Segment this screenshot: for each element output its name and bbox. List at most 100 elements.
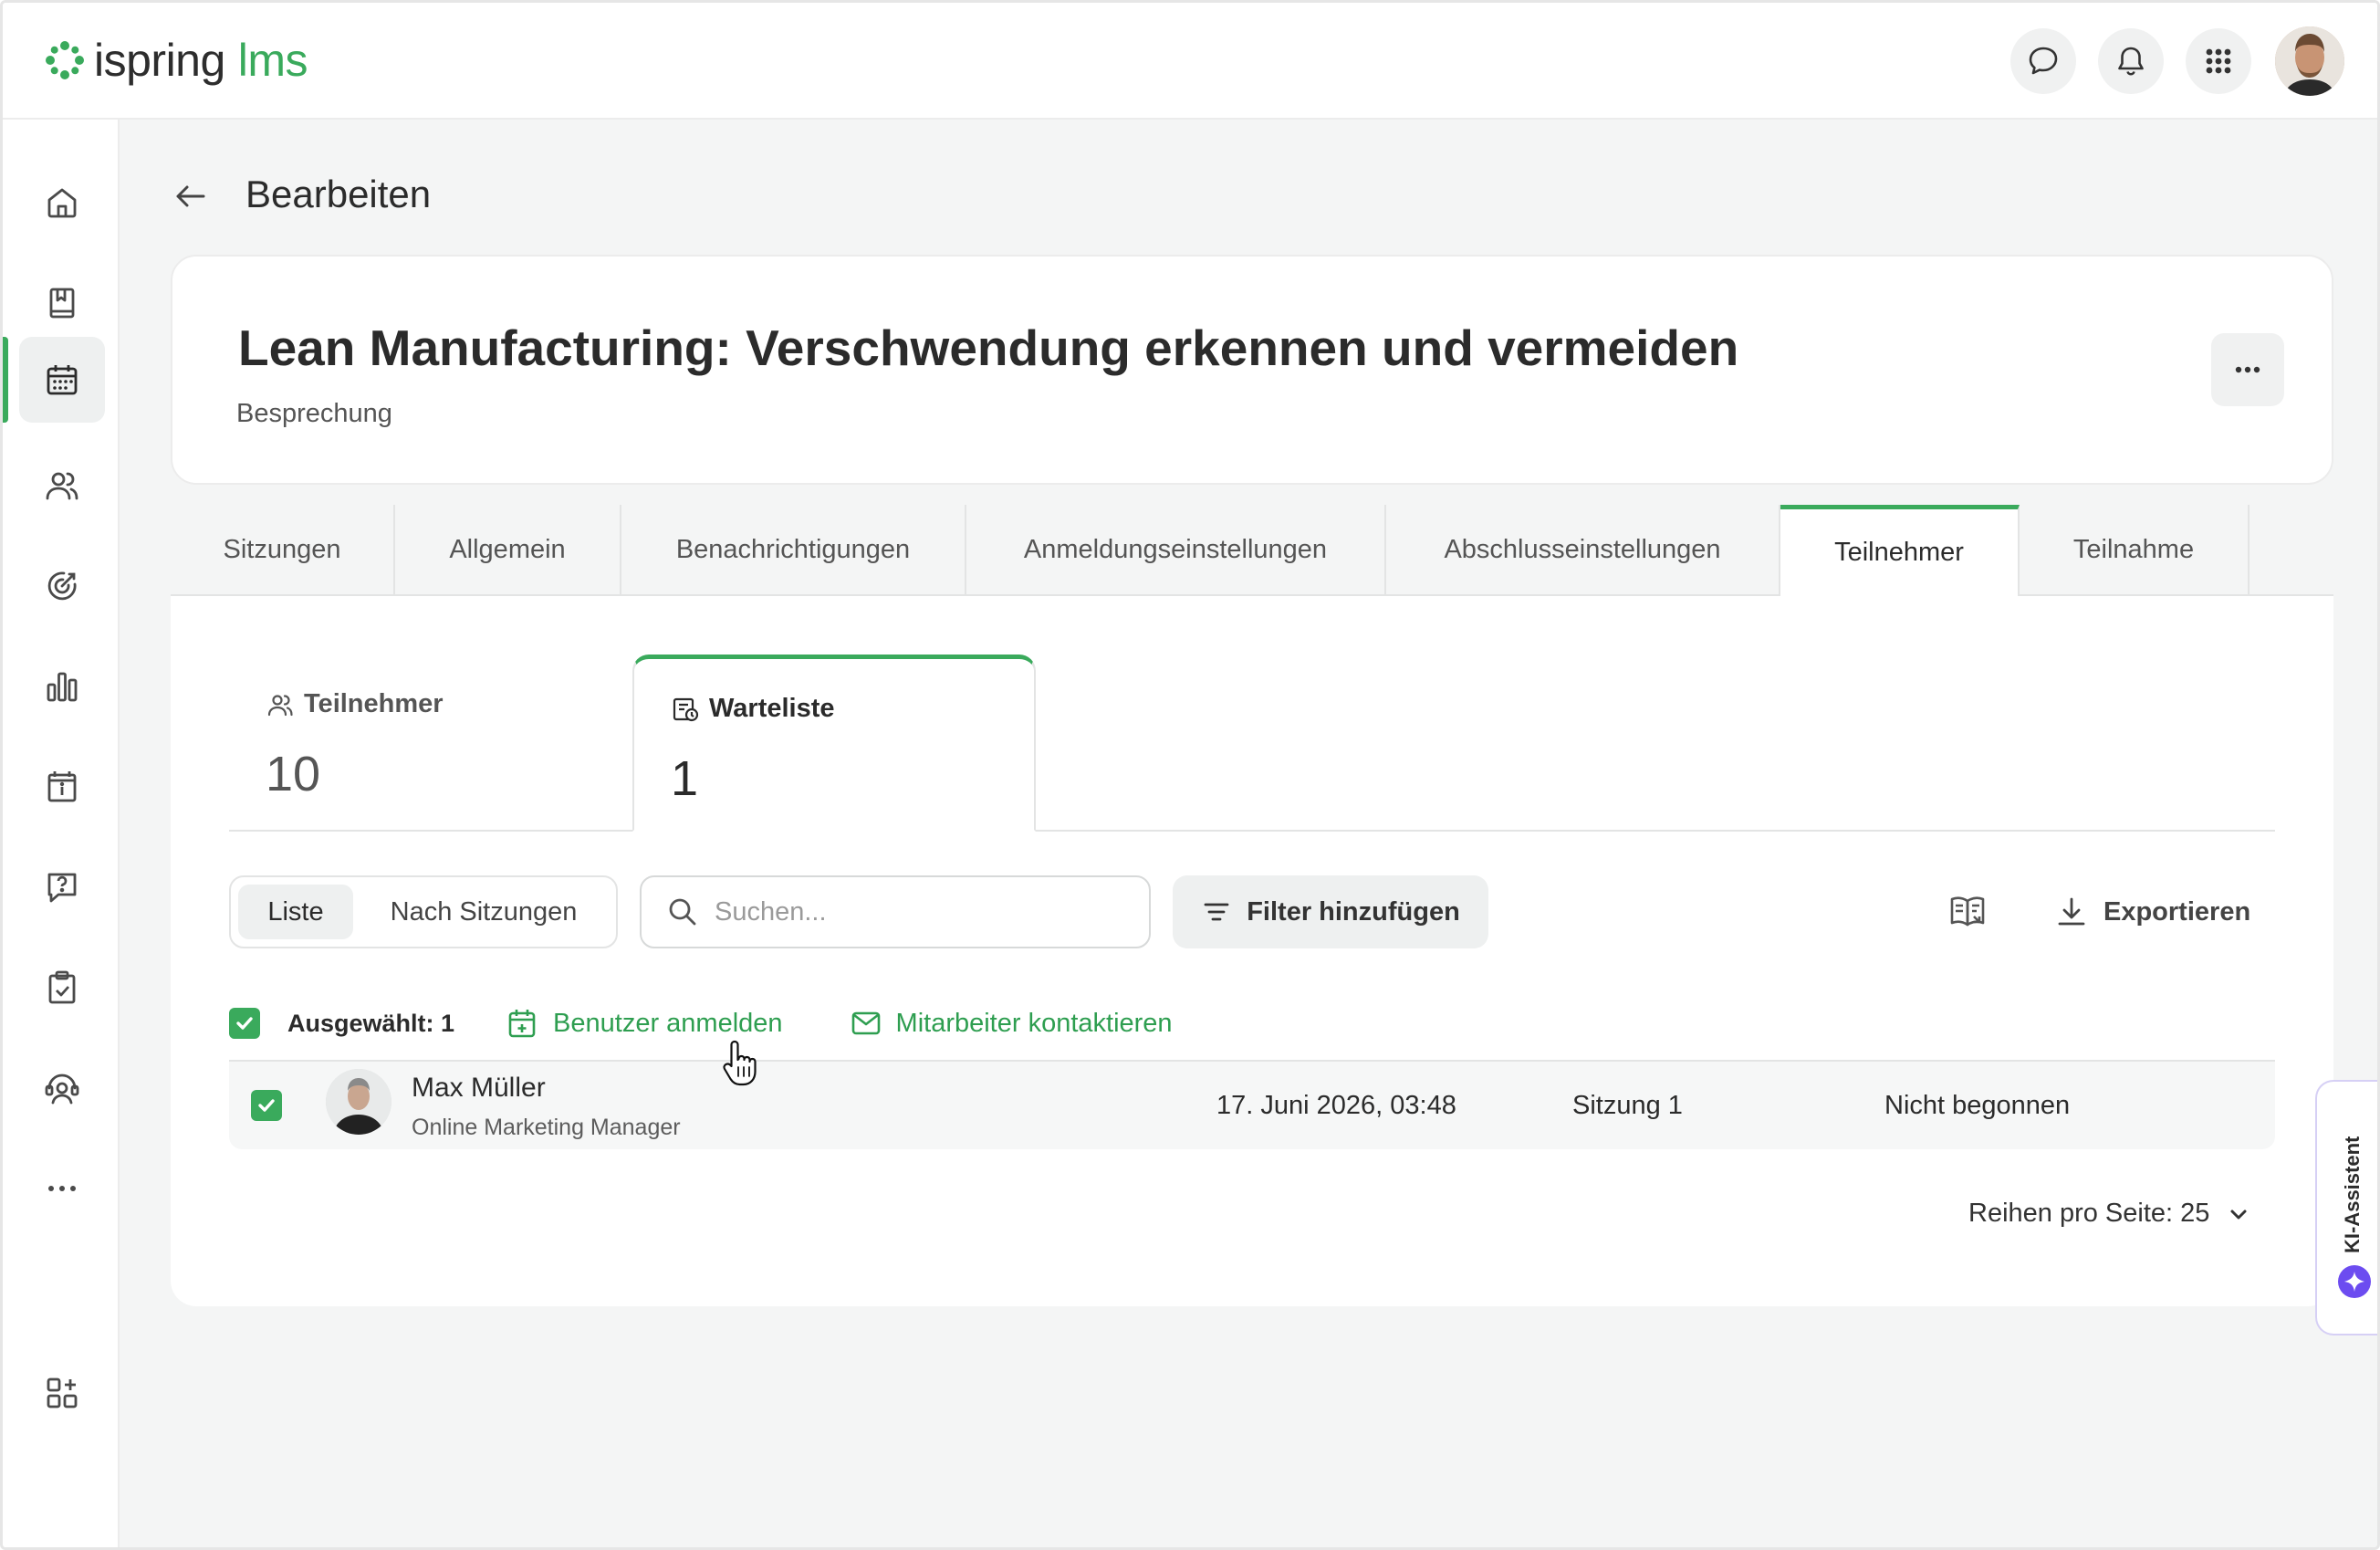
avatar	[326, 1069, 391, 1135]
filter-icon	[1204, 903, 1229, 921]
app-window: ispring lms Bearbeiten Lean Manufacturin…	[0, 0, 2380, 1550]
enroll-users-label: Benutzer anmelden	[553, 1008, 783, 1038]
export-button[interactable]: Exportieren	[2054, 875, 2250, 948]
hand-cursor-icon	[723, 1040, 757, 1086]
stat-waitlist-label: Warteliste	[709, 694, 835, 723]
course-title: Lean Manufacturing: Verschwendung erkenn…	[238, 319, 1739, 376]
ai-assistant-tab[interactable]: KI-Assistent	[2315, 1080, 2377, 1335]
more-options-button[interactable]	[2211, 333, 2284, 406]
sidebar-item-reports[interactable]	[19, 644, 105, 729]
back-arrow-icon[interactable]	[171, 176, 211, 216]
clipboard-check-icon	[48, 970, 76, 1004]
tab-anmeldungseinstellungen[interactable]: Anmeldungseinstellungen	[966, 505, 1386, 596]
view-list-button[interactable]: Liste	[238, 885, 353, 939]
download-icon	[2058, 897, 2085, 926]
rows-per-page-label: Reihen pro Seite: 25	[1968, 1199, 2210, 1228]
sidebar-item-info-board[interactable]	[19, 744, 105, 830]
users-icon	[46, 472, 78, 500]
sidebar-item-more[interactable]	[19, 1146, 105, 1231]
ispring-logo-icon	[46, 41, 84, 79]
sidebar-item-calendar[interactable]	[19, 337, 105, 423]
chat-button[interactable]	[2010, 28, 2076, 94]
stat-waitlist[interactable]: Warteliste 1	[632, 655, 1036, 832]
logo[interactable]: ispring lms	[43, 28, 308, 92]
users-small-icon	[267, 694, 293, 716]
calendar-icon	[47, 365, 78, 395]
stat-participants-value: 10	[266, 747, 321, 801]
user-avatar-image	[2275, 26, 2344, 96]
row-checkbox[interactable]	[251, 1090, 282, 1121]
participants-panel: Teilnehmer 10 Warteliste 1 Liste Nach Si…	[171, 596, 2333, 1306]
person-avatar-image	[326, 1069, 391, 1135]
tab-teilnahme[interactable]: Teilnahme	[2020, 505, 2250, 596]
courses-icon	[49, 288, 75, 319]
select-all-checkbox[interactable]	[229, 1008, 260, 1039]
stat-participants-label: Teilnehmer	[304, 689, 444, 718]
person-name[interactable]: Max Müller	[412, 1073, 546, 1104]
sidebar-active-indicator	[3, 337, 8, 423]
person-role: Online Marketing Manager	[412, 1115, 681, 1140]
tab-bar-filler	[2250, 505, 2333, 596]
top-bar: ispring lms	[3, 3, 2377, 120]
bell-icon	[2118, 47, 2144, 76]
tab-bar: Sitzungen Allgemein Benachrichtigungen A…	[171, 505, 2333, 596]
more-icon	[48, 1186, 76, 1191]
calendar-add-icon	[508, 1010, 536, 1038]
session-name: Sitzung 1	[1572, 1091, 1683, 1120]
user-avatar[interactable]	[2275, 26, 2344, 96]
tab-abschlusseinstellungen[interactable]: Abschlusseinstellungen	[1386, 505, 1780, 596]
ai-assistant-label: KI-Assistent	[2341, 1136, 2364, 1254]
checkmark-icon	[236, 1017, 253, 1030]
tab-sitzungen[interactable]: Sitzungen	[171, 505, 395, 596]
waitlist-icon	[673, 697, 699, 721]
tab-benachrichtigungen[interactable]: Benachrichtigungen	[621, 505, 966, 596]
sidebar-item-users[interactable]	[19, 443, 105, 529]
sidebar-item-goals[interactable]	[19, 543, 105, 629]
view-toggle: Liste Nach Sitzungen	[229, 875, 618, 948]
enroll-users-button[interactable]: Benutzer anmelden	[506, 1006, 783, 1041]
contact-employees-label: Mitarbeiter kontaktieren	[895, 1008, 1173, 1038]
sidebar-item-support[interactable]	[19, 1045, 105, 1131]
selected-count: Ausgewählt: 1	[287, 1009, 455, 1037]
view-by-sessions-button[interactable]: Nach Sitzungen	[360, 885, 607, 939]
table-row[interactable]: Max Müller Online Marketing Manager 17. …	[229, 1062, 2275, 1149]
stat-waitlist-label-wrap: Warteliste	[671, 694, 835, 724]
stat-participants[interactable]: Teilnehmer 10	[229, 655, 632, 832]
add-filter-button[interactable]: Filter hinzufügen	[1173, 875, 1488, 948]
notifications-button[interactable]	[2098, 28, 2164, 94]
sidebar-item-home[interactable]	[19, 160, 105, 246]
search-icon	[669, 898, 696, 926]
status-text: Nicht begonnen	[1884, 1091, 2071, 1120]
more-horizontal-icon	[2235, 366, 2260, 373]
chat-icon	[2029, 47, 2058, 75]
target-icon	[47, 571, 77, 601]
selection-bar: Ausgewählt: 1 Benutzer anmelden Mitarbei…	[229, 996, 1173, 1051]
sidebar	[3, 120, 120, 1547]
sidebar-item-assignments[interactable]	[19, 945, 105, 1031]
logo-text: ispring	[94, 35, 225, 86]
export-label: Exportieren	[2103, 896, 2251, 927]
tab-allgemein[interactable]: Allgemein	[395, 505, 621, 596]
stat-waitlist-value: 1	[671, 751, 699, 806]
course-header-card: Lean Manufacturing: Verschwendung erkenn…	[171, 255, 2333, 485]
contact-employees-button[interactable]: Mitarbeiter kontaktieren	[849, 1006, 1173, 1041]
apps-grid-icon	[2206, 48, 2231, 74]
info-board-icon	[47, 771, 77, 802]
sidebar-item-help[interactable]	[19, 844, 105, 930]
reports-icon	[47, 672, 78, 702]
rows-per-page-select[interactable]: Reihen pro Seite: 25	[1968, 1199, 2251, 1229]
page-title: Bearbeiten	[245, 173, 432, 215]
ai-sparkle-icon	[2338, 1265, 2371, 1298]
sidebar-item-courses[interactable]	[19, 260, 105, 346]
chevron-down-icon	[2230, 1210, 2247, 1219]
search-field[interactable]	[640, 875, 1151, 948]
sidebar-item-add-widget[interactable]	[19, 1350, 105, 1436]
apps-button[interactable]	[2186, 28, 2251, 94]
mail-icon	[851, 1011, 880, 1035]
add-filter-label: Filter hinzufügen	[1247, 896, 1460, 927]
search-input[interactable]	[715, 896, 1134, 927]
open-book-icon[interactable]	[1947, 890, 1989, 932]
tab-teilnehmer[interactable]: Teilnehmer	[1780, 505, 2020, 596]
checkmark-icon	[258, 1099, 275, 1112]
course-type: Besprechung	[236, 399, 392, 428]
